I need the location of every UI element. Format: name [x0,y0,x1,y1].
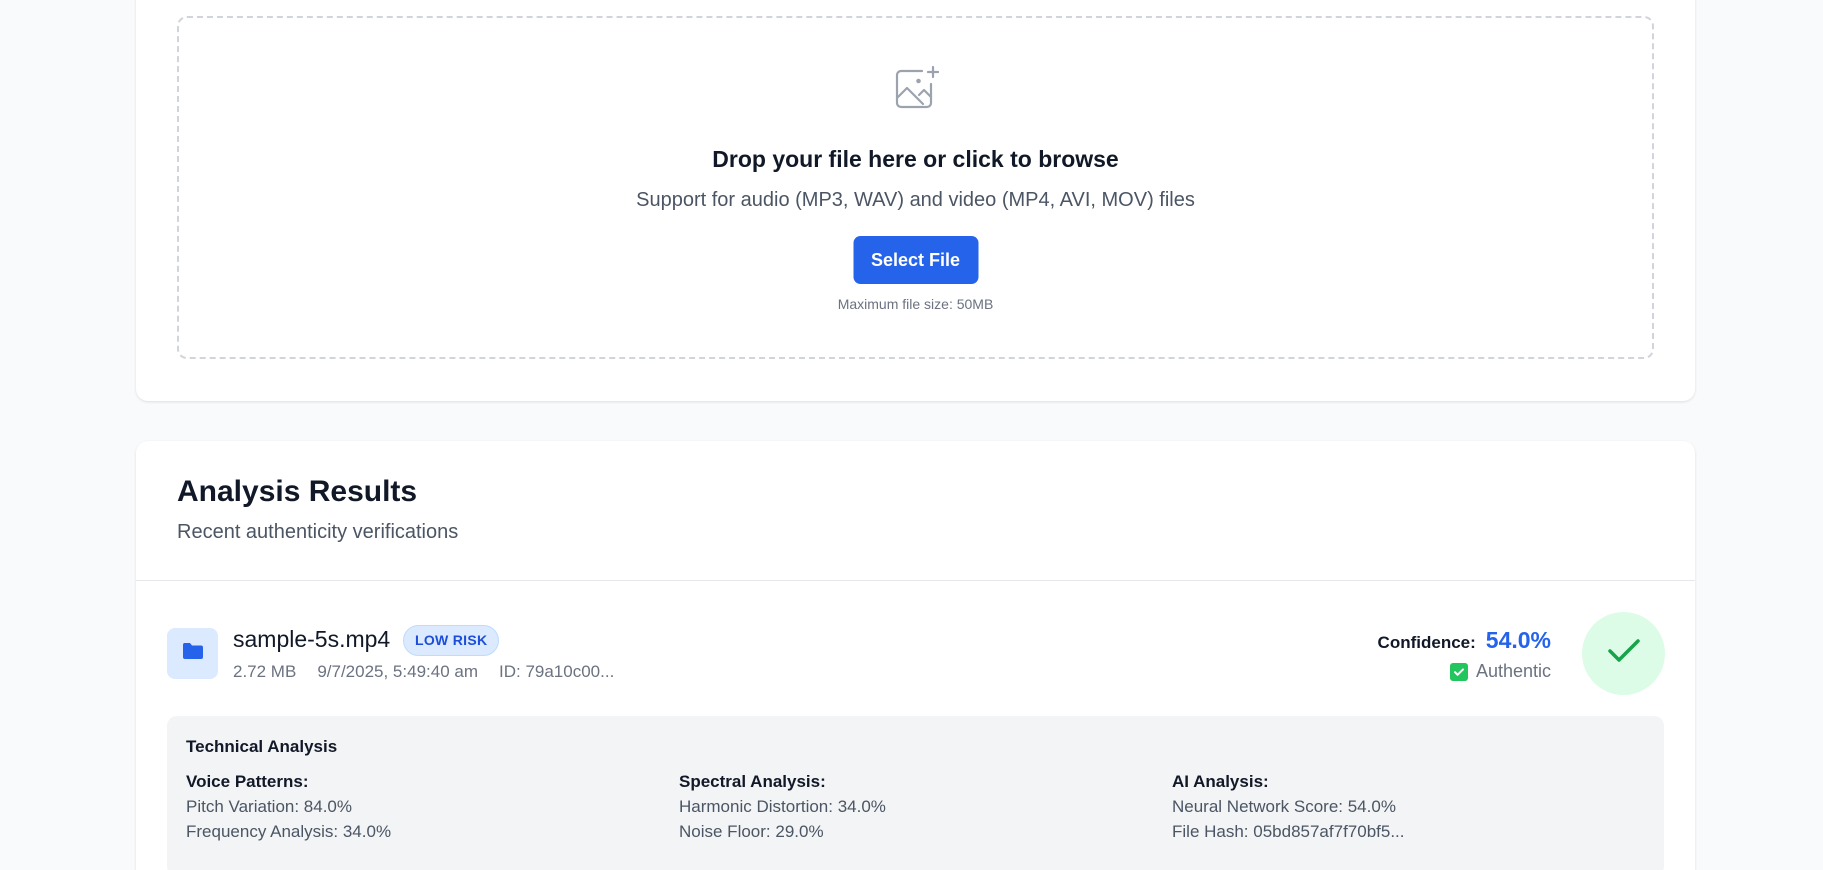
select-file-button[interactable]: Select File [853,236,978,284]
file-name: sample-5s.mp4 [233,626,391,652]
file-timestamp: 9/7/2025, 5:49:40 am [317,662,478,681]
file-meta: 2.72 MB 9/7/2025, 5:49:40 am ID: 79a10c0… [233,662,614,682]
max-file-size-note: Maximum file size: 50MB [837,296,994,312]
spectral-analysis-column: Spectral Analysis: Harmonic Distortion: … [679,772,886,847]
upload-card: Drop your file here or click to browse S… [136,0,1695,401]
file-size: 2.72 MB [233,662,297,681]
file-id: ID: 79a10c00... [499,662,615,681]
results-header: Analysis Results Recent authenticity ver… [136,441,1695,581]
image-plus-icon [892,64,940,117]
frequency-analysis: Frequency Analysis: 34.0% [186,822,392,841]
check-square-icon [1449,662,1468,681]
status-row: Authentic [1449,661,1551,682]
results-title: Analysis Results [177,475,418,508]
file-hash: File Hash: 05bd857af7f70bf5... [1172,822,1405,841]
harmonic-distortion: Harmonic Distortion: 34.0% [679,797,886,816]
spectral-analysis-heading: Spectral Analysis: [679,772,826,791]
voice-patterns-column: Voice Patterns: Pitch Variation: 84.0% F… [186,772,391,847]
confidence-label: Confidence: [1377,633,1476,652]
dropzone-subtitle: Support for audio (MP3, WAV) and video (… [636,189,1195,211]
confidence-row: Confidence: 54.0% [1378,627,1551,654]
risk-badge: LOW RISK [403,625,500,656]
folder-icon [182,642,204,665]
dropzone-title: Drop your file here or click to browse [712,146,1119,172]
result-item[interactable]: sample-5s.mp4 LOW RISK 2.72 MB 9/7/2025,… [136,581,1695,870]
ai-analysis-heading: AI Analysis: [1172,772,1269,791]
analysis-results-card: Analysis Results Recent authenticity ver… [136,441,1695,870]
noise-floor: Noise Floor: 29.0% [679,822,824,841]
file-dropzone[interactable]: Drop your file here or click to browse S… [177,16,1654,359]
technical-analysis-panel: Technical Analysis Voice Patterns: Pitch… [167,716,1664,870]
verdict-badge [1582,612,1665,695]
neural-network-score: Neural Network Score: 54.0% [1172,797,1396,816]
status-label: Authentic [1475,661,1551,681]
confidence-value: 54.0% [1485,627,1551,653]
technical-analysis-title: Technical Analysis [186,737,338,756]
voice-patterns-heading: Voice Patterns: [186,772,309,791]
checkmark-icon [1607,637,1641,670]
file-type-icon-box [167,628,218,679]
ai-analysis-column: AI Analysis: Neural Network Score: 54.0%… [1172,772,1405,847]
results-subtitle: Recent authenticity verifications [177,521,459,543]
pitch-variation: Pitch Variation: 84.0% [186,797,352,816]
